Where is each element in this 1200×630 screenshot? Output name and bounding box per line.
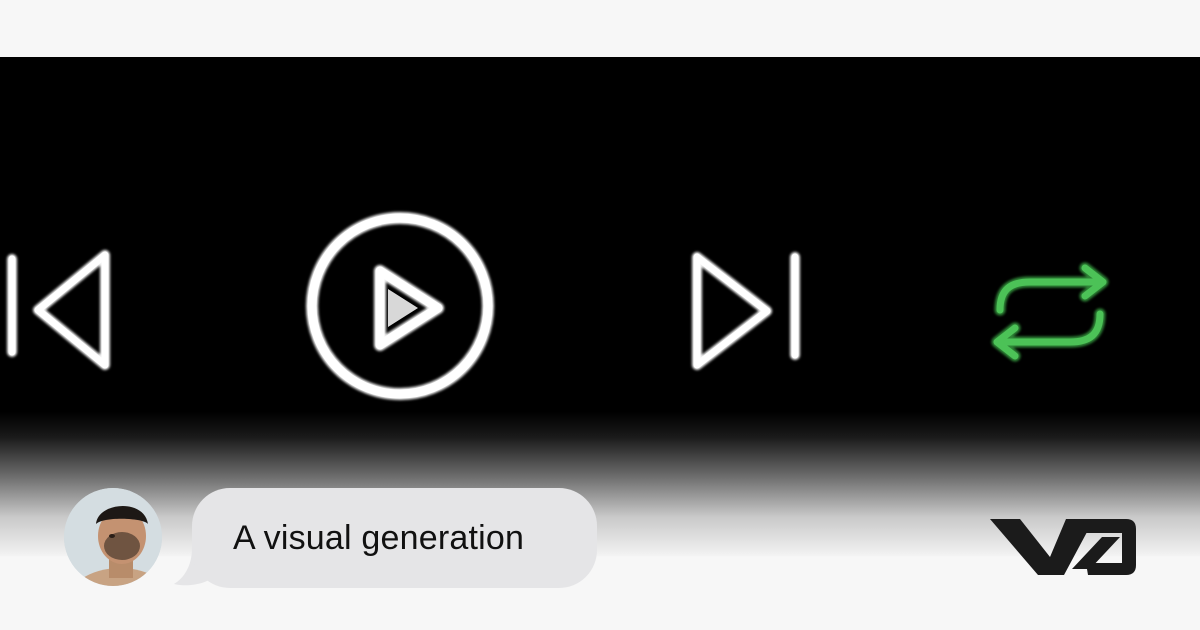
repeat-icon — [991, 262, 1109, 362]
user-avatar — [64, 488, 162, 586]
previous-button[interactable] — [0, 237, 120, 377]
play-button[interactable] — [300, 205, 500, 410]
skip-next-icon — [692, 252, 800, 370]
next-button[interactable] — [685, 237, 810, 377]
person-photo-icon — [64, 488, 162, 586]
speech-bubble: A visual generation — [192, 488, 597, 588]
play-circle-icon — [306, 212, 494, 400]
bubble-text: A visual generation — [233, 518, 525, 557]
top-margin — [0, 0, 1200, 57]
skip-previous-icon — [7, 250, 110, 370]
repeat-button[interactable] — [975, 252, 1125, 372]
og-card: A visual generation — [0, 0, 1200, 630]
brand-logo-icon — [990, 519, 1136, 575]
player-controls-bar — [0, 57, 1200, 557]
brand-logo — [990, 505, 1138, 579]
